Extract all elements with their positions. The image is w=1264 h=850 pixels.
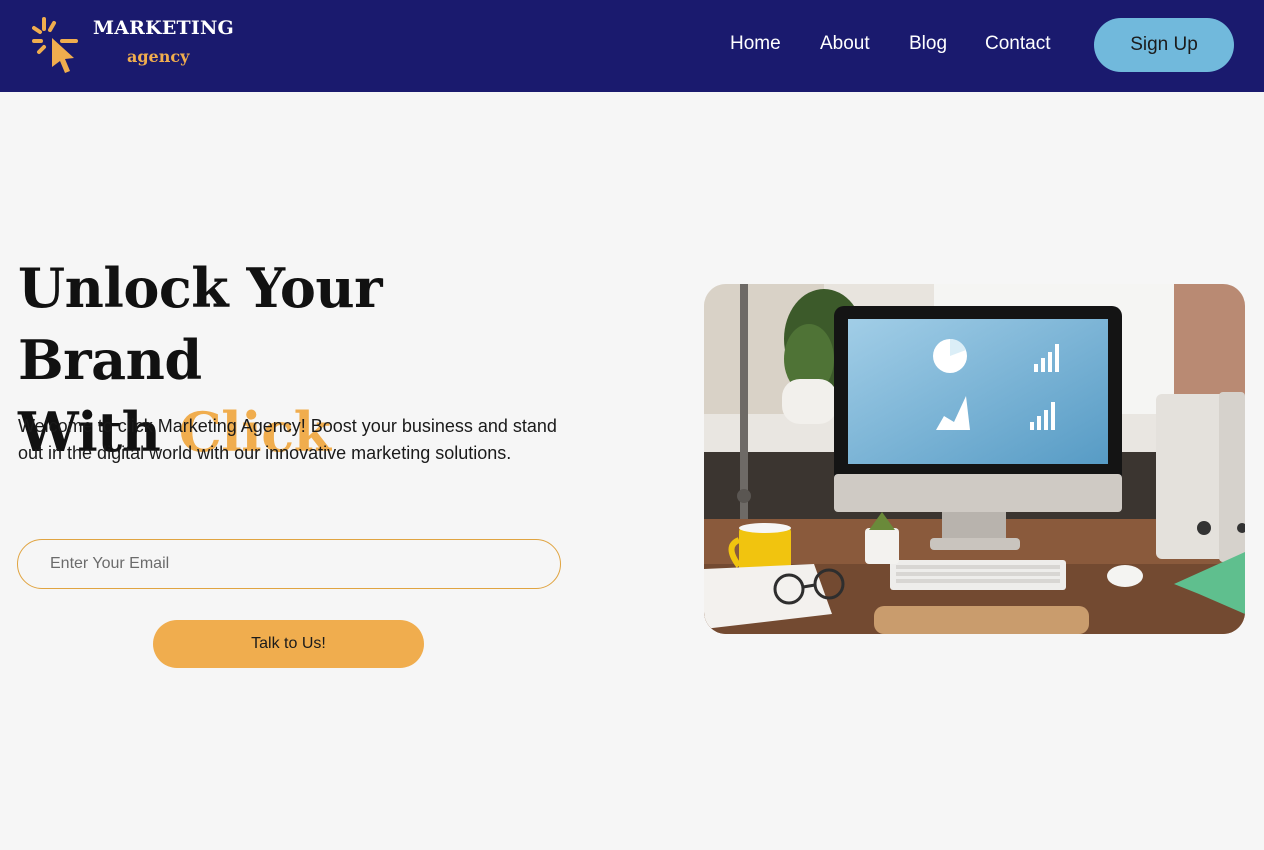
- cursor-click-icon: [32, 17, 78, 73]
- sign-up-button[interactable]: Sign Up: [1094, 18, 1234, 72]
- desk-computer-image: [704, 284, 1245, 634]
- headline-line1: Unlock Your Brand: [18, 256, 383, 392]
- email-input[interactable]: [17, 539, 561, 589]
- talk-to-us-button[interactable]: Talk to Us!: [153, 620, 424, 668]
- nav-about-link[interactable]: About: [820, 33, 870, 55]
- brand-subtitle: agency: [127, 47, 190, 66]
- brand-logo[interactable]: MARKETING agency: [32, 14, 242, 76]
- nav-blog-link[interactable]: Blog: [909, 33, 947, 55]
- navbar: MARKETING agency Home About Blog Contact…: [0, 0, 1264, 92]
- nav-contact-link[interactable]: Contact: [985, 33, 1050, 55]
- brand-title: MARKETING: [93, 17, 234, 39]
- nav-home-link[interactable]: Home: [730, 33, 781, 55]
- hero-description: Welcome to click Marketing Agency! Boost…: [18, 416, 557, 463]
